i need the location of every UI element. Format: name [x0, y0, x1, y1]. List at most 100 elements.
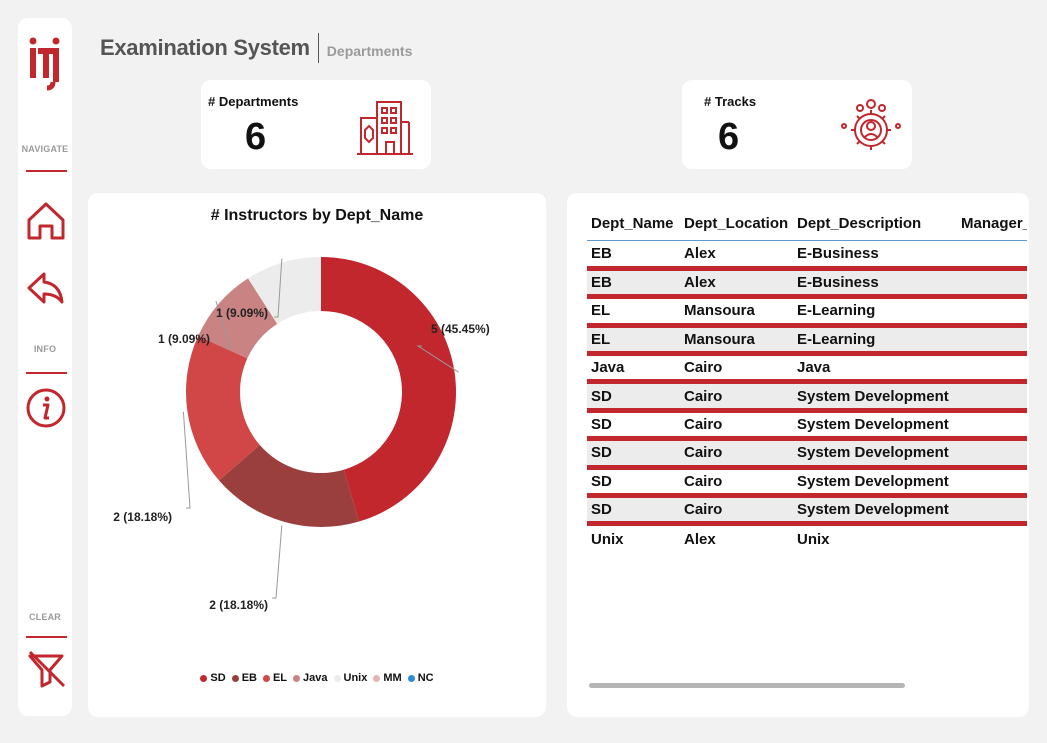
horizontal-scrollbar[interactable] [589, 683, 905, 688]
table-cell [957, 438, 1027, 470]
home-icon [27, 202, 65, 240]
table-row[interactable]: SD Cairo System Development [587, 495, 1027, 527]
departments-table-card: Dept_Name Dept_Location Dept_Description Ma… [567, 193, 1029, 717]
table-cell [957, 524, 1027, 552]
data-label: 1 (9.09%) [216, 306, 268, 320]
legend-swatch [231, 674, 239, 682]
info-button[interactable] [24, 386, 68, 430]
column-header[interactable]: Manager_ [957, 207, 1027, 241]
table-cell [957, 240, 1027, 271]
legend-swatch [373, 674, 381, 682]
clear-filter-icon [28, 650, 66, 688]
table-cell: E-Business [793, 268, 957, 300]
table-cell: Cairo [680, 438, 793, 470]
legend-label: Unix [343, 672, 368, 684]
legend-item[interactable]: MM [373, 672, 402, 684]
legend-swatch [293, 674, 301, 682]
iti-logo [26, 28, 64, 96]
clear-filters-button[interactable] [24, 646, 68, 690]
table-cell: Cairo [680, 410, 793, 442]
legend-label: SD [210, 672, 226, 684]
data-label-leader [182, 411, 191, 509]
table-cell [957, 325, 1027, 357]
legend-label: MM [383, 672, 402, 684]
back-button[interactable] [24, 266, 68, 310]
legend-item[interactable]: Java [293, 672, 328, 684]
legend-label: EB [241, 672, 257, 684]
legend-swatch [407, 674, 415, 682]
kpi-card-departments: # Departments 6 [201, 80, 431, 169]
table-cell [957, 467, 1027, 499]
table-cell: System Development [793, 495, 957, 527]
table-cell: EL [587, 296, 680, 328]
table-row[interactable]: EL Mansoura E-Learning [587, 325, 1027, 357]
navigate-label: NAVIGATE [21, 144, 69, 154]
table-cell: E-Learning [793, 325, 957, 357]
table-cell: Unix [797, 530, 830, 548]
home-button[interactable] [24, 198, 68, 242]
table-header-row: Dept_Name Dept_Location Dept_Description Ma… [587, 207, 1027, 241]
departments-table: Dept_Name Dept_Location Dept_Description Ma… [587, 207, 1027, 552]
info-label: INFO [33, 344, 57, 354]
legend-item[interactable]: SD [200, 672, 226, 684]
back-arrow-icon [27, 272, 64, 304]
info-icon [26, 388, 66, 428]
table-row[interactable]: EL Mansoura E-Learning [587, 296, 1027, 328]
table-cell [957, 381, 1027, 413]
table-cell: Cairo [680, 495, 793, 527]
table-cell: Alex [680, 240, 793, 271]
team-gear-icon [840, 96, 902, 163]
table-cell: System Development [793, 410, 957, 442]
legend-label: NC [417, 672, 434, 684]
table-cell: E-Business [793, 240, 957, 271]
data-label-leader [272, 525, 283, 599]
data-label: 2 (18.18%) [113, 510, 172, 524]
table-viewport: Dept_Name Dept_Location Dept_Description Ma… [587, 207, 1027, 687]
table-cell: EB [587, 268, 680, 300]
data-label: 2 (18.18%) [209, 598, 268, 612]
legend-item[interactable]: Unix [333, 672, 368, 684]
table-row[interactable]: EB Alex E-Business [587, 268, 1027, 300]
table-cell: System Development [793, 438, 957, 470]
table-cell: SD [587, 495, 680, 527]
building-icon [357, 98, 413, 161]
table-cell: EL [587, 325, 680, 357]
page-header: Examination System Departments [100, 32, 412, 64]
legend-item[interactable]: EB [231, 672, 257, 684]
table-row[interactable]: SD Cairo System Development [587, 467, 1027, 499]
table-row[interactable]: SD Cairo System Development [587, 438, 1027, 470]
header-divider [317, 33, 319, 63]
table-cell: Mansoura [680, 296, 793, 328]
table-row[interactable]: SD Cairo System Development [587, 381, 1027, 413]
navigate-separator [26, 170, 67, 172]
column-header[interactable]: Dept_Location [680, 207, 793, 241]
legend-label: EL [272, 672, 288, 684]
table-cell: SD [587, 381, 680, 413]
kpi-card-tracks: # Tracks 6 [682, 80, 912, 169]
table-cell: Cairo [680, 353, 793, 385]
page-subtitle: Departments [326, 43, 413, 59]
legend-item[interactable]: EL [262, 672, 288, 684]
page-title: Examination System [100, 35, 310, 60]
sidebar: NAVIGATE INFO CLEAR [18, 18, 72, 716]
table-cell: SD [587, 467, 680, 499]
table-row[interactable]: SD Cairo System Development [587, 410, 1027, 442]
table-row[interactable]: Unix Alex Unix [587, 524, 1027, 552]
legend-item[interactable]: NC [407, 672, 434, 684]
table-cell: SD [587, 410, 680, 442]
table-cell: Unix [591, 530, 624, 548]
info-separator [26, 372, 67, 374]
table-cell: Cairo [680, 467, 793, 499]
table-row[interactable]: EB Alex E-Business [587, 240, 1027, 271]
table-cell: Cairo [680, 381, 793, 413]
data-label: 1 (9.09%) [158, 332, 210, 346]
column-header[interactable]: Dept_Description [793, 207, 957, 241]
table-cell: System Development [793, 467, 957, 499]
column-header[interactable]: Dept_Name [587, 207, 680, 241]
table-cell: System Development [793, 381, 957, 413]
kpi-tracks-value: 6 [718, 116, 740, 158]
clear-separator [26, 636, 67, 638]
table-cell: Alex [680, 268, 793, 300]
table-cell: SD [587, 438, 680, 470]
table-row[interactable]: Java Cairo Java [587, 353, 1027, 385]
